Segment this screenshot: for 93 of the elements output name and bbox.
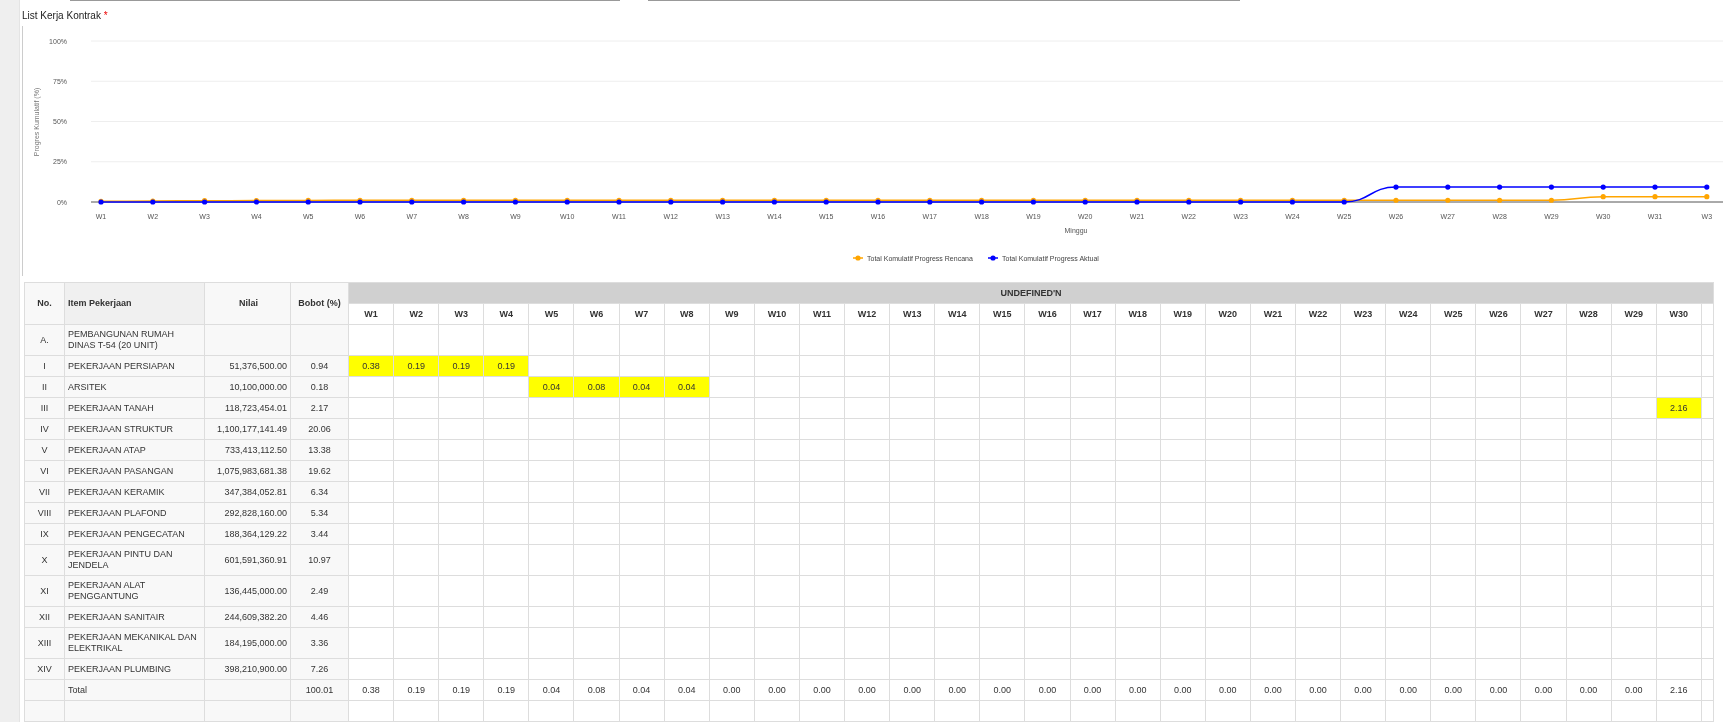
table-cell: 601,591,360.91 [204, 544, 291, 576]
table-cell: 0.00 [1566, 679, 1612, 701]
table-cell: XIII [24, 627, 65, 659]
table-cell: VI [24, 460, 65, 482]
table-cell: 0.00 [799, 679, 845, 701]
table-cell: I [24, 355, 65, 377]
column-header: W25 [1430, 303, 1476, 325]
column-header: W3 [438, 303, 484, 325]
column-header: W22 [1295, 303, 1341, 325]
table-cell: 0.00 [1160, 679, 1206, 701]
table-cell: 0.00 [1611, 679, 1657, 701]
column-header: W20 [1205, 303, 1251, 325]
table-cell: 0.00 [934, 679, 980, 701]
column-header: W10 [754, 303, 800, 325]
table-cell: VIII [24, 502, 65, 524]
column-header: W24 [1385, 303, 1431, 325]
column-header: W18 [1115, 303, 1161, 325]
table-cell: 0.00 [1115, 679, 1161, 701]
column-header: W28 [1566, 303, 1612, 325]
column-header: Bobot (%) [290, 282, 349, 325]
table-cell: XIV [24, 658, 65, 680]
table-cell: 0.00 [1520, 679, 1567, 701]
table-cell: V [24, 439, 65, 461]
column-header: W26 [1475, 303, 1521, 325]
column-header: W16 [1024, 303, 1070, 325]
column-header: Nilai [204, 282, 291, 325]
table-cell: 0.00 [1475, 679, 1521, 701]
table-cell: IV [24, 418, 65, 440]
column-header: W14 [934, 303, 980, 325]
table-cell: 0.04 [664, 679, 710, 701]
table-cell: 0.00 [709, 679, 755, 701]
table-cell: 0.00 [844, 679, 890, 701]
column-header: W4 [483, 303, 529, 325]
table-cell: X [24, 544, 65, 576]
column-header: W21 [1250, 303, 1296, 325]
column-header: W1 [348, 303, 394, 325]
section-title: List Kerja Kontrak * [22, 8, 108, 23]
table-cell: 184,195,000.00 [204, 627, 291, 659]
column-header: W23 [1340, 303, 1386, 325]
table-cell: 0.00 [889, 679, 935, 701]
column-header: No. [24, 282, 65, 325]
table-cell: 0.19 [438, 679, 484, 701]
column-header: W17 [1070, 303, 1116, 325]
table-cell: 3.36 [290, 627, 349, 659]
column-header: W12 [844, 303, 890, 325]
table-cell: 0.00 [1250, 679, 1296, 701]
table-cell: 0.00 [1295, 679, 1341, 701]
table-cell: 10.97 [290, 544, 349, 576]
table-cell: 0.04 [528, 679, 574, 701]
table-cell: II [24, 376, 65, 398]
table-cell: 136,445,000.00 [204, 575, 291, 607]
column-header: W2 [393, 303, 439, 325]
column-group-header: UNDEFINED'N [348, 282, 1714, 304]
column-header: W11 [799, 303, 845, 325]
table-cell: 0.00 [979, 679, 1025, 701]
table-cell: PEMBANGUNAN RUMAH DINAS T-54 (20 UNIT) [64, 324, 205, 356]
column-header: Item Pekerjaan [64, 282, 205, 325]
table-cell: 0.00 [1070, 679, 1116, 701]
column-header: W8 [664, 303, 710, 325]
table-cell: XI [24, 575, 65, 607]
legend-marker-icon [852, 255, 864, 261]
table-cell: XII [24, 606, 65, 628]
table-cell: 0.04 [619, 679, 665, 701]
table-cell: A. [24, 324, 65, 356]
table-cell: 2.16 [1656, 679, 1702, 701]
table-cell: PEKERJAAN ALAT PENGGANTUNG [64, 575, 205, 607]
column-header: W27 [1520, 303, 1567, 325]
table-cell: 0.00 [754, 679, 800, 701]
column-header: W30 [1656, 303, 1702, 325]
column-header: W9 [709, 303, 755, 325]
table-cell: 0.19 [393, 679, 439, 701]
column-header: W6 [573, 303, 620, 325]
column-header: W15 [979, 303, 1025, 325]
table-cell: 0.00 [1205, 679, 1251, 701]
legend-marker-icon [987, 255, 999, 261]
table-cell: III [24, 397, 65, 419]
column-header: W19 [1160, 303, 1206, 325]
column-header: W5 [528, 303, 574, 325]
table-cell: IX [24, 523, 65, 545]
table-cell: 0.00 [1430, 679, 1476, 701]
table-cell: 0.00 [1340, 679, 1386, 701]
table-cell: PEKERJAAN MEKANIKAL DAN ELEKTRIKAL [64, 627, 205, 659]
table-cell: PEKERJAAN PINTU DAN JENDELA [64, 544, 205, 576]
column-header: W7 [619, 303, 665, 325]
table-cell: 0.00 [1385, 679, 1431, 701]
table-cell: VII [24, 481, 65, 503]
column-header: W29 [1611, 303, 1657, 325]
column-header: W13 [889, 303, 935, 325]
table-cell: 2.49 [290, 575, 349, 607]
table-cell: 0.08 [573, 679, 620, 701]
table-cell: 0.19 [483, 679, 529, 701]
table-cell: 0.00 [1024, 679, 1070, 701]
table-cell: 0.38 [348, 679, 394, 701]
